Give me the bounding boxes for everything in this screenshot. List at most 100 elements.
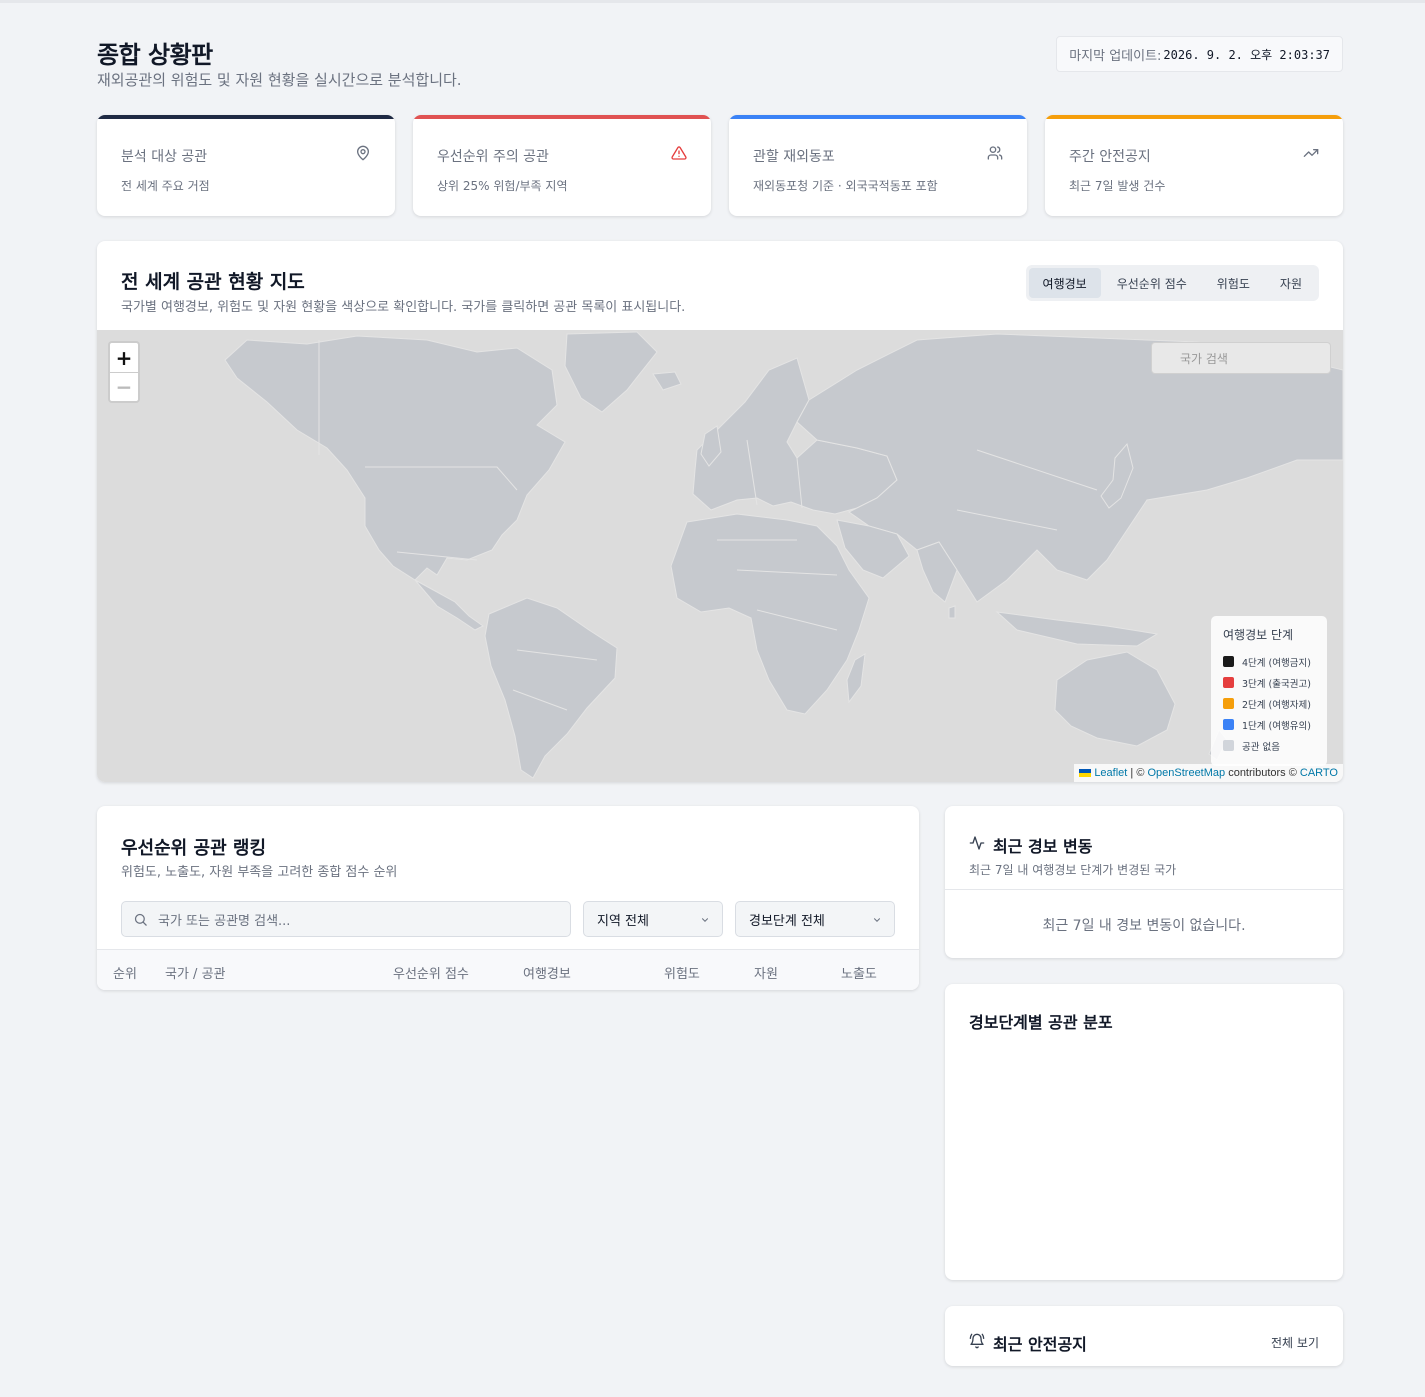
map-mode-tabs: 여행경보 우선순위 점수 위험도 자원 [1025,265,1319,301]
page-title: 종합 상황판 [97,41,213,69]
tab-risk[interactable]: 위험도 [1203,268,1264,298]
col-resources[interactable]: 자원 [754,963,778,982]
bell-ring-icon [969,1333,985,1349]
legend-label: 3단계 (출국권고) [1242,678,1311,690]
stat-card-accent [729,115,1027,119]
map-pin-icon [357,145,369,161]
legend-swatch [1223,719,1234,730]
col-exposure[interactable]: 노출도 [841,963,877,982]
notices-title: 최근 안전공지 [993,1335,1087,1354]
stat-label: 관할 재외동포 [753,149,835,165]
alert-level-select-value: 경보단계 전체 [749,913,825,929]
stat-card-accent [97,115,395,119]
sri-lanka-shape [948,605,956,619]
tab-priority-score[interactable]: 우선순위 점수 [1103,268,1201,298]
legend-label: 1단계 (여행유의) [1242,720,1311,732]
stat-card-accent [1045,115,1343,119]
search-icon [134,913,147,926]
carto-link[interactable]: CARTO [1300,767,1338,779]
country-search-input[interactable]: 국가 검색 [1151,342,1331,374]
legend-item: 4단계 (여행금지) [1223,651,1315,672]
alert-triangle-icon [671,146,687,160]
trending-up-icon [1303,149,1319,157]
ranking-table-header: 순위 국가 / 공관 우선순위 점수 여행경보 위험도 자원 노출도 [97,949,919,990]
stat-card-safety-notices: 주간 안전공지 최근 7일 발생 건수 [1045,115,1343,216]
legend-swatch [1223,677,1234,688]
col-travel-alert[interactable]: 여행경보 [523,963,571,982]
alert-changes-empty: 최근 7일 내 경보 변동이 없습니다. [1042,918,1246,934]
zoom-in-button[interactable]: + [110,343,138,372]
zoom-out-button[interactable]: − [110,372,138,401]
stat-label: 분석 대상 공관 [121,149,208,165]
stat-card-priority: 우선순위 주의 공관 상위 25% 위험/부족 지역 [413,115,711,216]
ranking-subtitle: 위험도, 노출도, 자원 부족을 고려한 종합 점수 순위 [121,865,398,880]
last-update-value: 2026. 9. 2. 오후 2:03:37 [1163,47,1330,62]
alert-changes-subtitle: 최근 7일 내 여행경보 단계가 변경된 국가 [969,863,1177,877]
users-icon [987,146,1003,160]
stat-sub: 재외동포청 기준 · 외국국적동포 포함 [753,179,938,193]
ukraine-flag-icon [1079,769,1092,777]
legend-label: 공관 없음 [1242,741,1280,753]
col-priority-score[interactable]: 우선순위 점수 [393,963,469,982]
leaflet-link[interactable]: Leaflet [1094,767,1127,779]
legend-title: 여행경보 단계 [1223,628,1294,642]
zoom-control: + − [108,341,140,403]
stat-sub: 전 세계 주요 거점 [121,179,210,193]
alert-level-select[interactable]: 경보단계 전체 [735,901,895,937]
page-subtitle: 재외공관의 위험도 및 자원 현황을 실시간으로 분석합니다. [97,71,462,89]
stat-card-overseas-koreans: 관할 재외동포 재외동포청 기준 · 외국국적동포 포함 [729,115,1027,216]
indonesia-shape [995,611,1159,647]
attribution-text: contributors © [1225,767,1300,779]
recent-alert-changes-card: 최근 경보 변동 최근 7일 내 여행경보 단계가 변경된 국가 최근 7일 내… [945,806,1343,958]
recent-notices-card: 최근 안전공지 전체 보기 [945,1306,1343,1366]
legend-swatch [1223,656,1234,667]
world-map[interactable]: + − 국가 검색 여행경보 단계 4단계 (여행금지) 3단계 (출국권고) … [97,330,1343,782]
tab-resources[interactable]: 자원 [1266,268,1316,298]
central-america-shape [414,579,484,631]
map-attribution: Leaflet | © OpenStreetMap contributors ©… [1074,764,1343,782]
legend-label: 4단계 (여행금지) [1242,657,1311,669]
distribution-title: 경보단계별 공관 분포 [969,1013,1113,1032]
stat-sub: 최근 7일 발생 건수 [1069,179,1166,193]
legend-item: 3단계 (출국권고) [1223,672,1315,693]
stat-card-accent [413,115,711,119]
legend-item: 2단계 (여행자제) [1223,693,1315,714]
africa-shape [670,513,870,715]
iceland-shape [652,371,682,391]
chevron-down-icon [701,918,709,922]
ranking-search-input[interactable]: 국가 또는 공관명 검색... [121,901,571,937]
world-map-card: 전 세계 공관 현황 지도 국가별 여행경보, 위험도 및 자원 현황을 색상으… [97,241,1343,782]
region-select[interactable]: 지역 전체 [583,901,723,937]
stat-label: 우선순위 주의 공관 [437,149,549,165]
alert-distribution-card: 경보단계별 공관 분포 [945,984,1343,1280]
legend-label: 2단계 (여행자제) [1242,699,1311,711]
activity-icon [969,836,985,850]
col-country-office[interactable]: 국가 / 공관 [165,963,226,982]
view-all-link[interactable]: 전체 보기 [1271,1334,1319,1351]
priority-ranking-card: 우선순위 공관 랭킹 위험도, 노출도, 자원 부족을 고려한 종합 점수 순위… [97,806,919,990]
legend-item: 공관 없음 [1223,735,1315,756]
chevron-down-icon [873,918,881,922]
legend-swatch [1223,740,1234,751]
stat-sub: 상위 25% 위험/부족 지역 [437,179,568,193]
osm-link[interactable]: OpenStreetMap [1147,767,1225,779]
attribution-sep: | © [1127,767,1148,779]
stat-card-offices: 분석 대상 공관 전 세계 주요 거점 [97,115,395,216]
map-legend: 여행경보 단계 4단계 (여행금지) 3단계 (출국권고) 2단계 (여행자제)… [1211,616,1327,766]
stat-label: 주간 안전공지 [1069,149,1151,165]
divider [945,889,1343,890]
australia-shape [1054,651,1176,747]
ranking-search-placeholder: 국가 또는 공관명 검색... [158,913,291,929]
map-title: 전 세계 공관 현황 지도 [121,271,305,293]
world-map-land[interactable] [97,330,1343,782]
last-update-label: 마지막 업데이트: [1069,48,1162,64]
col-rank[interactable]: 순위 [113,963,137,982]
tab-travel-alert[interactable]: 여행경보 [1028,268,1101,298]
greenland-shape [564,331,658,413]
map-subtitle: 국가별 여행경보, 위험도 및 자원 현황을 색상으로 확인합니다. 국가를 클… [121,300,686,315]
last-update-badge: 마지막 업데이트: 2026. 9. 2. 오후 2:03:37 [1056,36,1343,72]
madagascar-shape [846,653,866,704]
north-america-shape [224,335,566,581]
south-america-shape [484,597,618,779]
col-risk[interactable]: 위험도 [664,963,700,982]
